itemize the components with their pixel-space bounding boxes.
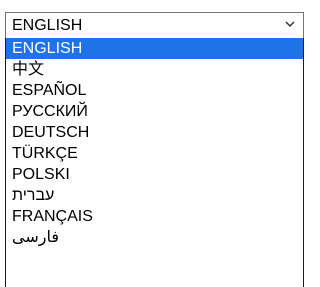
language-dropdown-list: ENGLISH 中文 ESPAÑOL РУССКИЙ DEUTSCH TÜRKÇ… <box>5 38 304 287</box>
language-option-polish[interactable]: POLSKI <box>6 164 303 185</box>
language-option-german[interactable]: DEUTSCH <box>6 122 303 143</box>
language-option-chinese[interactable]: 中文 <box>6 59 303 80</box>
language-option-spanish[interactable]: ESPAÑOL <box>6 80 303 101</box>
language-option-french[interactable]: FRANÇAIS <box>6 206 303 227</box>
language-option-english[interactable]: ENGLISH <box>6 38 303 59</box>
language-select[interactable]: ENGLISH <box>5 12 304 38</box>
language-option-turkish[interactable]: TÜRKÇE <box>6 143 303 164</box>
language-select-value: ENGLISH <box>12 17 83 34</box>
language-option-russian[interactable]: РУССКИЙ <box>6 101 303 122</box>
language-option-persian[interactable]: فارسی <box>6 227 303 248</box>
language-option-hebrew[interactable]: עברית <box>6 185 303 206</box>
chevron-down-icon <box>285 21 295 28</box>
